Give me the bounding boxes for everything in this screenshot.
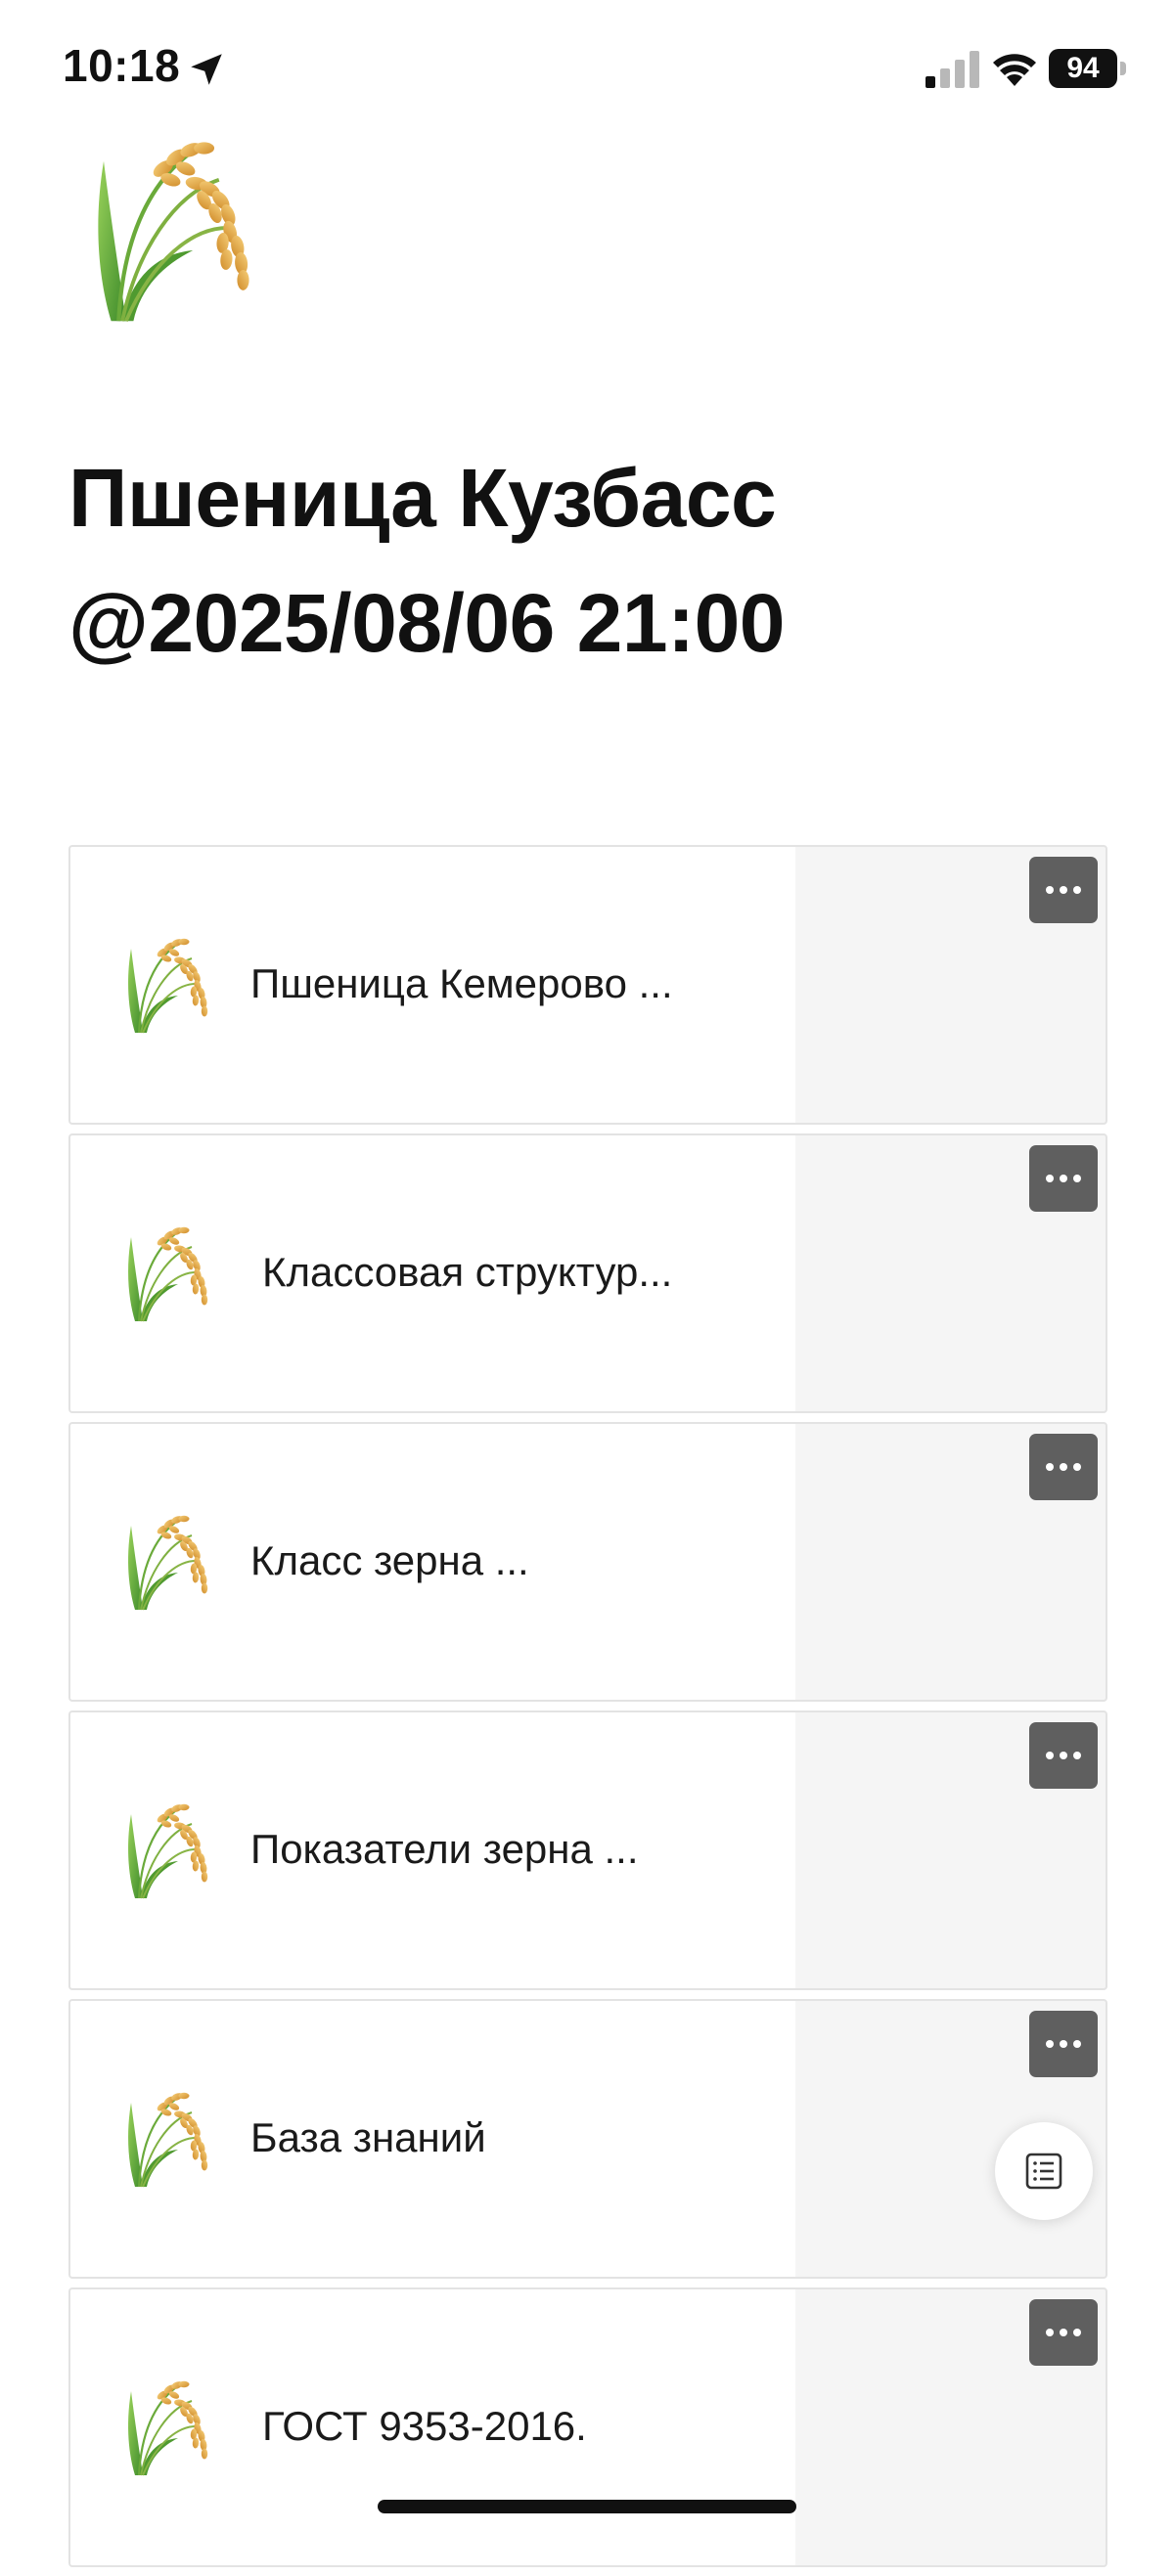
table-of-contents-button[interactable] bbox=[995, 2122, 1093, 2220]
more-dots-icon bbox=[1046, 1175, 1081, 1182]
card-grain-class[interactable]: Класс зерна ... bbox=[68, 1422, 1107, 1702]
more-dots-icon bbox=[1046, 1463, 1081, 1471]
more-options-button[interactable] bbox=[1029, 1434, 1098, 1500]
more-dots-icon bbox=[1046, 2329, 1081, 2336]
table-of-contents-icon bbox=[1025, 2153, 1062, 2190]
card-label: ГОСТ 9353-2016. bbox=[262, 2403, 587, 2449]
card-knowledge-base[interactable]: База знаний bbox=[68, 1999, 1107, 2279]
more-dots-icon bbox=[1046, 886, 1081, 894]
wheat-sheaf-icon[interactable] bbox=[80, 139, 276, 325]
wheat-sheaf-icon bbox=[121, 1802, 219, 1900]
page-title-line1: Пшеница Кузбасс bbox=[68, 452, 777, 544]
wheat-sheaf-icon bbox=[121, 2379, 219, 2477]
cellular-signal-icon bbox=[926, 51, 979, 88]
more-options-button[interactable] bbox=[1029, 1145, 1098, 1212]
battery-level: 94 bbox=[1049, 49, 1117, 88]
more-options-button[interactable] bbox=[1029, 1722, 1098, 1789]
status-time: 10:18 bbox=[63, 40, 181, 91]
more-options-button[interactable] bbox=[1029, 2299, 1098, 2366]
card-list: Пшеница Кемерово ... Классовая структур.… bbox=[68, 845, 1107, 2576]
wheat-sheaf-icon bbox=[121, 937, 219, 1035]
home-indicator[interactable] bbox=[378, 2500, 796, 2513]
wheat-sheaf-icon bbox=[121, 1225, 219, 1323]
more-options-button[interactable] bbox=[1029, 2011, 1098, 2077]
card-wheat-kemerovo[interactable]: Пшеница Кемерово ... bbox=[68, 845, 1107, 1125]
card-label: Классовая структур... bbox=[262, 1249, 673, 1295]
wheat-sheaf-icon bbox=[121, 1514, 219, 1612]
more-dots-icon bbox=[1046, 1752, 1081, 1759]
wheat-sheaf-icon bbox=[121, 2091, 219, 2189]
card-grain-indicators[interactable]: Показатели зерна ... bbox=[68, 1710, 1107, 1990]
card-label: Показатели зерна ... bbox=[250, 1826, 639, 1872]
page-title[interactable]: Пшеница Кузбасс @2025/08/06 21:00 bbox=[68, 435, 1106, 686]
card-class-structure[interactable]: Классовая структур... bbox=[68, 1133, 1107, 1413]
wifi-icon bbox=[993, 54, 1036, 86]
card-gost[interactable]: ГОСТ 9353-2016. bbox=[68, 2287, 1107, 2567]
more-dots-icon bbox=[1046, 2040, 1081, 2048]
battery-tip bbox=[1120, 62, 1126, 75]
card-label: Класс зерна ... bbox=[250, 1537, 529, 1583]
more-options-button[interactable] bbox=[1029, 857, 1098, 923]
card-label: Пшеница Кемерово ... bbox=[250, 960, 673, 1006]
location-arrow-icon bbox=[191, 54, 222, 85]
status-bar: 10:18 94 bbox=[0, 0, 1174, 137]
card-label: База знаний bbox=[250, 2114, 486, 2160]
battery-icon: 94 bbox=[1049, 49, 1127, 88]
page-title-line2: @2025/08/06 21:00 bbox=[68, 577, 786, 669]
